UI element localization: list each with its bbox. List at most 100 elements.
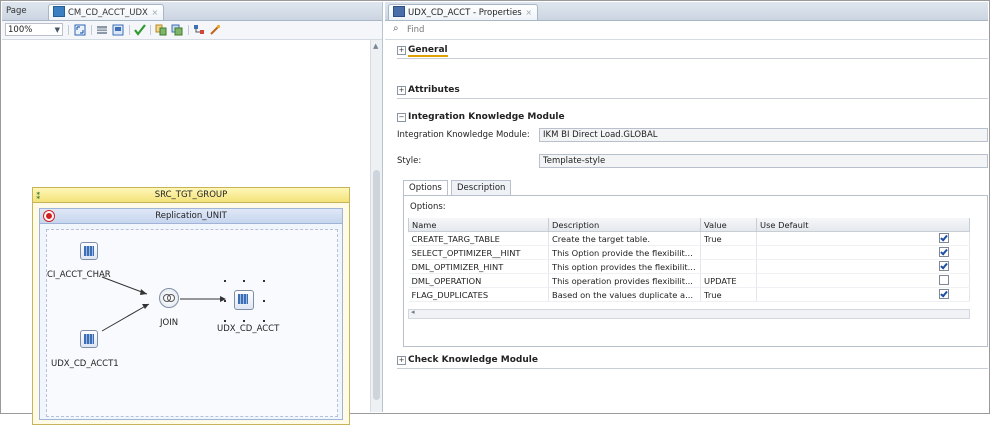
unit-header: Replication_UNIT <box>40 209 342 224</box>
selection-handle[interactable] <box>243 280 245 282</box>
source-datastore-node[interactable] <box>80 330 98 348</box>
join-icon <box>163 294 175 302</box>
find-input[interactable] <box>407 23 807 36</box>
target-datastore-node[interactable] <box>234 290 254 310</box>
mapping-editor: Page CM_CD_ACCT_UDX × 100% ▼ ⁑ SRC_TGT_G… <box>2 2 383 425</box>
column-header-description[interactable]: Description <box>548 218 701 232</box>
option-value-cell[interactable] <box>700 245 757 260</box>
use-default-checkbox[interactable] <box>939 247 949 257</box>
unit-title: Replication_UNIT <box>155 211 227 221</box>
selection-handle[interactable] <box>224 300 226 302</box>
copy-icon[interactable] <box>155 24 167 36</box>
layout-icon[interactable] <box>112 24 124 36</box>
table-row[interactable]: CREATE_TARG_TABLE Create the target table… <box>408 231 970 246</box>
section-ckm[interactable]: + Check Knowledge Module <box>397 352 988 369</box>
section-general[interactable]: + General <box>397 42 988 59</box>
option-description-cell: Create the target table. <box>548 231 701 246</box>
section-ckm-label: Check Knowledge Module <box>408 355 538 365</box>
expand-icon[interactable]: + <box>397 46 406 55</box>
join-node[interactable] <box>159 288 179 308</box>
scroll-thumb[interactable] <box>373 170 380 400</box>
unit-status-icon <box>44 211 54 221</box>
toolbar-separator <box>91 25 92 35</box>
close-tab-icon[interactable]: × <box>525 5 533 20</box>
selection-handle[interactable] <box>263 280 265 282</box>
option-value-cell[interactable] <box>700 259 757 274</box>
section-ikm[interactable]: − Integration Knowledge Module <box>397 109 988 125</box>
option-value-cell[interactable]: True <box>700 287 757 302</box>
options-label: Options: <box>410 202 446 212</box>
mapping-icon <box>53 6 65 17</box>
group-icon: ⁑ <box>36 192 41 202</box>
use-default-checkbox[interactable] <box>939 233 949 243</box>
canvas-vertical-scrollbar[interactable]: ▲ <box>370 40 382 412</box>
toolbar-separator <box>68 25 69 35</box>
execution-group[interactable]: ⁑ SRC_TGT_GROUP Replication_UNIT CI_ACCT… <box>32 187 350 425</box>
style-select[interactable]: Template-style <box>539 154 988 168</box>
source-datastore-label: UDX_CD_ACCT1 <box>51 359 119 369</box>
tab-properties[interactable]: UDX_CD_ACCT - Properties × <box>388 4 538 20</box>
table-row[interactable]: DML_OPTIMIZER_HINT This option provides t… <box>408 259 970 274</box>
collapse-icon[interactable]: − <box>397 113 406 122</box>
table-row[interactable]: SELECT_OPTIMIZER__HINT This Option provid… <box>408 245 970 260</box>
scroll-up-icon[interactable]: ▲ <box>373 42 378 50</box>
option-description-cell: Based on the values duplicate a... <box>548 287 701 302</box>
selection-handle[interactable] <box>243 320 245 322</box>
execution-unit[interactable]: Replication_UNIT CI_ACCT_CHAR UDX_CD_ACC… <box>39 208 343 420</box>
tab-page-label: Page <box>6 6 27 16</box>
wand-icon[interactable] <box>209 24 221 36</box>
options-table: Name Description Value Use Default CREAT… <box>408 218 970 302</box>
tab-page[interactable]: Page <box>2 4 31 19</box>
target-datastore-label: UDX_CD_ACCT <box>217 324 280 334</box>
selection-handle[interactable] <box>263 320 265 322</box>
section-general-label: General <box>408 45 448 57</box>
scroll-left-icon[interactable]: ◂ <box>411 308 415 316</box>
option-use-default-cell <box>756 231 970 246</box>
paste-icon[interactable] <box>171 24 183 36</box>
unit-body: CI_ACCT_CHAR UDX_CD_ACCT1 JOIN UDX_CD_AC… <box>46 229 338 417</box>
expand-icon[interactable]: + <box>397 86 406 95</box>
column-header-use-default[interactable]: Use Default <box>756 218 970 232</box>
option-use-default-cell <box>756 259 970 274</box>
option-use-default-cell <box>756 287 970 302</box>
search-icon: ⌕ <box>393 23 399 34</box>
window: Page CM_CD_ACCT_UDX × 100% ▼ ⁑ SRC_TGT_G… <box>0 0 990 425</box>
toolbar-separator <box>188 25 189 35</box>
properties-icon <box>393 6 405 17</box>
section-attributes[interactable]: + Attributes <box>397 82 988 99</box>
validate-icon[interactable] <box>134 24 146 36</box>
selection-handle[interactable] <box>224 280 226 282</box>
use-default-checkbox[interactable] <box>939 261 949 271</box>
table-row[interactable]: FLAG_DUPLICATES Based on the values dupli… <box>408 287 970 302</box>
table-horizontal-scrollbar[interactable]: ◂ <box>408 308 970 319</box>
table-header-row: Name Description Value Use Default <box>408 218 970 232</box>
option-description-cell: This option provides the flexibilit... <box>548 259 701 274</box>
use-default-checkbox[interactable] <box>939 289 949 299</box>
tab-mapping-label: CM_CD_ACCT_UDX <box>68 8 148 18</box>
options-box: Options: Name Description Value Use Defa… <box>403 195 988 347</box>
selection-handle[interactable] <box>263 300 265 302</box>
close-tab-icon[interactable]: × <box>151 5 159 20</box>
option-value-cell[interactable]: UPDATE <box>700 273 757 288</box>
zoom-value: 100% <box>8 25 33 35</box>
column-header-name[interactable]: Name <box>408 218 549 232</box>
fit-to-window-icon[interactable] <box>74 24 86 36</box>
tab-mapping[interactable]: CM_CD_ACCT_UDX × <box>48 4 164 20</box>
table-row[interactable]: DML_OPERATION This operation provides fle… <box>408 273 970 288</box>
editor-toolbar: 100% ▼ <box>2 21 382 40</box>
source-datastore-node[interactable] <box>80 242 98 260</box>
column-header-value[interactable]: Value <box>700 218 757 232</box>
expand-icon[interactable]: + <box>397 356 406 365</box>
selection-handle[interactable] <box>224 320 226 322</box>
ikm-select[interactable]: IKM BI Direct Load.GLOBAL <box>539 128 988 142</box>
tab-options[interactable]: Options <box>403 180 448 195</box>
tab-description[interactable]: Description <box>451 180 512 195</box>
grid-icon[interactable] <box>96 24 108 36</box>
source-datastore-label: CI_ACCT_CHAR <box>47 270 111 280</box>
zoom-select[interactable]: 100% ▼ <box>5 23 63 36</box>
properties-tab-bar: UDX_CD_ACCT - Properties × <box>385 2 988 21</box>
mapping-canvas[interactable]: ⁑ SRC_TGT_GROUP Replication_UNIT CI_ACCT… <box>2 40 370 425</box>
hierarchy-icon[interactable] <box>193 24 205 36</box>
option-value-cell[interactable]: True <box>700 231 757 246</box>
use-default-checkbox[interactable] <box>939 275 949 285</box>
